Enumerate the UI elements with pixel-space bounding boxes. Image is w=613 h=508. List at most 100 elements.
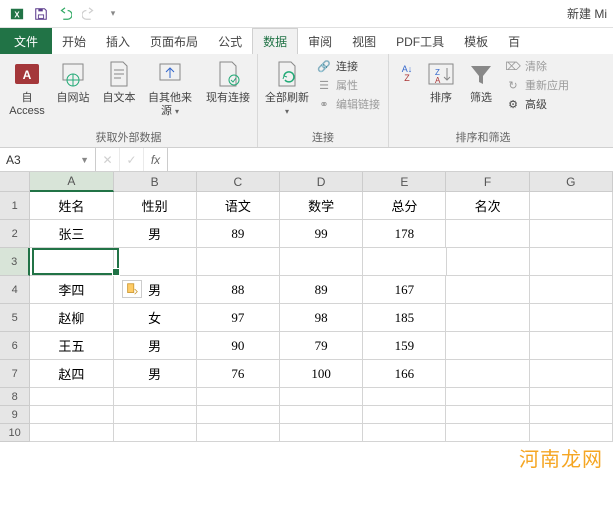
cell-A6[interactable]: 王五 xyxy=(30,332,113,360)
cell-F2[interactable] xyxy=(446,220,529,248)
cell-B9[interactable] xyxy=(114,406,197,424)
cell-G9[interactable] xyxy=(530,406,613,424)
tab-pagelayout[interactable]: 页面布局 xyxy=(140,28,208,54)
row-header-10[interactable]: 10 xyxy=(0,424,30,442)
paste-options-button[interactable] xyxy=(122,280,142,298)
cell-D1[interactable]: 数学 xyxy=(280,192,363,220)
cell-B8[interactable] xyxy=(114,388,197,406)
cell-D10[interactable] xyxy=(280,424,363,442)
formula-input[interactable] xyxy=(168,148,613,171)
existing-connections-button[interactable]: 现有连接 xyxy=(203,56,253,107)
row-header-2[interactable]: 2 xyxy=(0,220,30,248)
spreadsheet-grid[interactable]: ABCDEFG1姓名性别语文数学总分名次2张三男899917834李四男8889… xyxy=(0,172,613,442)
col-header-G[interactable]: G xyxy=(530,172,613,192)
col-header-E[interactable]: E xyxy=(363,172,446,192)
cell-D4[interactable]: 89 xyxy=(280,276,363,304)
from-web-button[interactable]: 自网站 xyxy=(50,56,96,107)
cell-A3[interactable] xyxy=(30,248,113,276)
row-header-4[interactable]: 4 xyxy=(0,276,30,304)
sort-az-button[interactable]: A↓Z xyxy=(393,56,421,94)
cell-C3[interactable] xyxy=(197,248,280,276)
cell-E5[interactable]: 185 xyxy=(363,304,446,332)
cell-F5[interactable] xyxy=(446,304,529,332)
col-header-B[interactable]: B xyxy=(114,172,197,192)
cell-G4[interactable] xyxy=(530,276,613,304)
cell-D2[interactable]: 99 xyxy=(280,220,363,248)
cell-B2[interactable]: 男 xyxy=(114,220,197,248)
advanced-filter-button[interactable]: ⚙高级 xyxy=(505,96,569,112)
sort-button[interactable]: ZA 排序 xyxy=(421,56,461,107)
cell-E6[interactable]: 159 xyxy=(363,332,446,360)
cell-C9[interactable] xyxy=(197,406,280,424)
edit-links-button[interactable]: ⚭编辑链接 xyxy=(316,96,380,112)
cell-E7[interactable]: 166 xyxy=(363,360,446,388)
cell-D5[interactable]: 98 xyxy=(280,304,363,332)
cell-D7[interactable]: 100 xyxy=(280,360,363,388)
cell-G5[interactable] xyxy=(530,304,613,332)
cell-C6[interactable]: 90 xyxy=(197,332,280,360)
connections-button[interactable]: 🔗连接 xyxy=(316,58,380,74)
cell-B7[interactable]: 男 xyxy=(114,360,197,388)
row-header-6[interactable]: 6 xyxy=(0,332,30,360)
cancel-formula-icon[interactable]: ✕ xyxy=(96,148,120,171)
from-text-button[interactable]: 自文本 xyxy=(96,56,142,107)
clear-filter-button[interactable]: ⌦清除 xyxy=(505,58,569,74)
row-header-7[interactable]: 7 xyxy=(0,360,30,388)
tab-pdf[interactable]: PDF工具 xyxy=(386,28,454,54)
tab-view[interactable]: 视图 xyxy=(342,28,386,54)
tab-more[interactable]: 百 xyxy=(498,28,530,54)
row-header-5[interactable]: 5 xyxy=(0,304,30,332)
cell-E9[interactable] xyxy=(363,406,446,424)
reapply-button[interactable]: ↻重新应用 xyxy=(505,77,569,93)
cell-A10[interactable] xyxy=(30,424,113,442)
fx-icon[interactable]: fx xyxy=(144,148,168,171)
cell-G3[interactable] xyxy=(530,248,613,276)
refresh-all-button[interactable]: 全部刷新 ▾ xyxy=(262,56,312,120)
cell-E10[interactable] xyxy=(363,424,446,442)
cell-A4[interactable]: 李四 xyxy=(30,276,113,304)
cell-E3[interactable] xyxy=(363,248,446,276)
cell-G6[interactable] xyxy=(530,332,613,360)
cell-F9[interactable] xyxy=(446,406,529,424)
cell-A5[interactable]: 赵柳 xyxy=(30,304,113,332)
name-box[interactable]: A3 ▼ xyxy=(0,148,96,171)
cell-G1[interactable] xyxy=(530,192,613,220)
save-icon[interactable] xyxy=(30,3,52,25)
cell-B1[interactable]: 性别 xyxy=(114,192,197,220)
cell-E1[interactable]: 总分 xyxy=(363,192,446,220)
col-header-D[interactable]: D xyxy=(280,172,363,192)
tab-file[interactable]: 文件 xyxy=(0,28,52,54)
cell-C7[interactable]: 76 xyxy=(197,360,280,388)
cell-F7[interactable] xyxy=(446,360,529,388)
row-header-3[interactable]: 3 xyxy=(0,248,30,276)
filter-button[interactable]: 筛选 xyxy=(461,56,501,107)
cell-C2[interactable]: 89 xyxy=(197,220,280,248)
cell-A1[interactable]: 姓名 xyxy=(30,192,113,220)
cell-C5[interactable]: 97 xyxy=(197,304,280,332)
tab-review[interactable]: 审阅 xyxy=(298,28,342,54)
cell-B5[interactable]: 女 xyxy=(114,304,197,332)
row-header-1[interactable]: 1 xyxy=(0,192,30,220)
cell-F8[interactable] xyxy=(446,388,529,406)
tab-insert[interactable]: 插入 xyxy=(96,28,140,54)
tab-formulas[interactable]: 公式 xyxy=(208,28,252,54)
cell-B3[interactable] xyxy=(114,248,197,276)
cell-F10[interactable] xyxy=(446,424,529,442)
cell-F6[interactable] xyxy=(446,332,529,360)
cell-G2[interactable] xyxy=(530,220,613,248)
cell-C1[interactable]: 语文 xyxy=(197,192,280,220)
redo-icon[interactable] xyxy=(78,3,100,25)
cell-F4[interactable] xyxy=(446,276,529,304)
undo-icon[interactable] xyxy=(54,3,76,25)
cell-D6[interactable]: 79 xyxy=(280,332,363,360)
cell-A2[interactable]: 张三 xyxy=(30,220,113,248)
cell-F1[interactable]: 名次 xyxy=(446,192,529,220)
cell-A9[interactable] xyxy=(30,406,113,424)
from-other-button[interactable]: 自其他来源 ▾ xyxy=(142,56,198,120)
cell-G10[interactable] xyxy=(530,424,613,442)
cell-G8[interactable] xyxy=(530,388,613,406)
cell-E4[interactable]: 167 xyxy=(363,276,446,304)
cell-C8[interactable] xyxy=(197,388,280,406)
cell-A7[interactable]: 赵四 xyxy=(30,360,113,388)
row-header-8[interactable]: 8 xyxy=(0,388,30,406)
